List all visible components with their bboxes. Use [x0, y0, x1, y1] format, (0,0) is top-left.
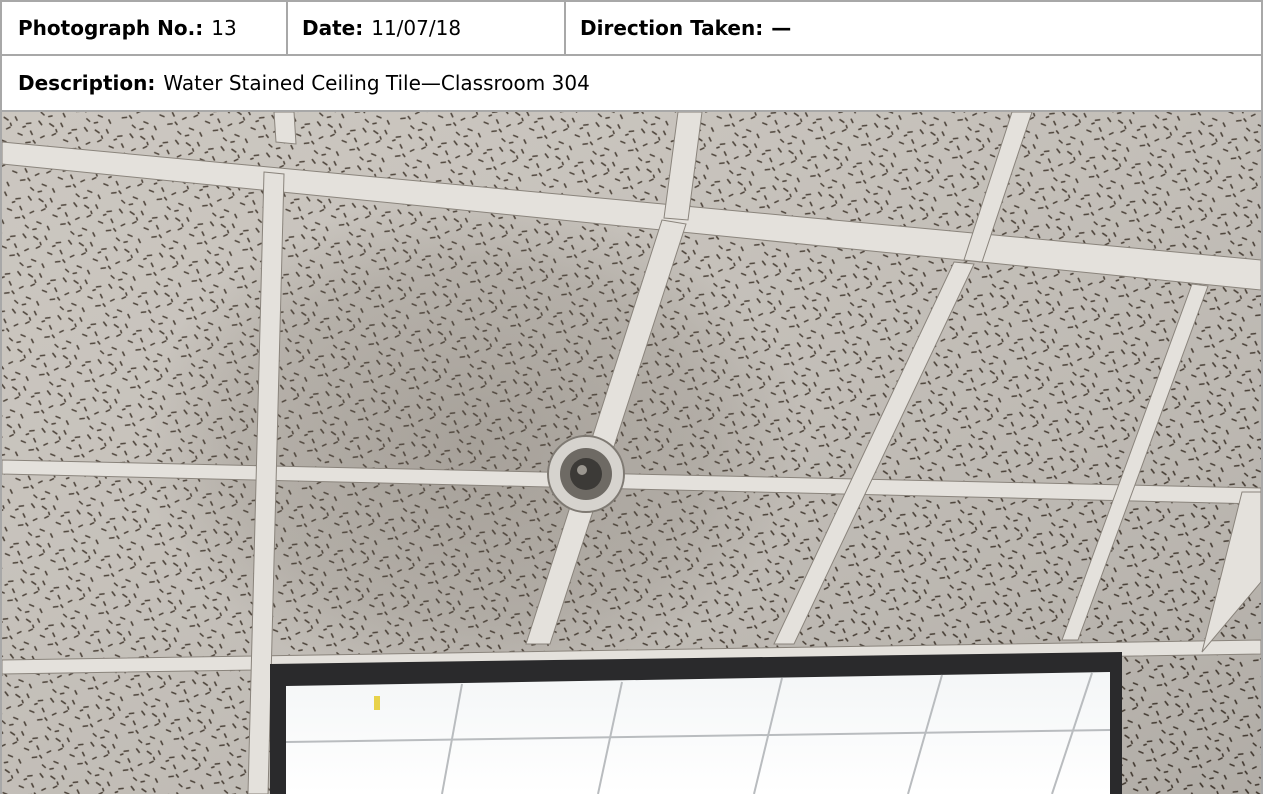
- description-label: Description:: [18, 71, 156, 95]
- photograph-number-cell: Photograph No.: 13: [2, 2, 288, 54]
- photograph-number-label: Photograph No.:: [18, 16, 204, 40]
- description-cell: Description: Water Stained Ceiling Tile—…: [2, 56, 1261, 110]
- photograph-number-value: 13: [211, 16, 237, 40]
- description-row: Description: Water Stained Ceiling Tile—…: [2, 56, 1261, 112]
- ceiling-photo: [2, 112, 1261, 794]
- light-fixture: [270, 652, 1122, 794]
- direction-label: Direction Taken:: [580, 16, 764, 40]
- date-value: 11/07/18: [371, 16, 462, 40]
- photo-log-page: Photograph No.: 13 Date: 11/07/18 Direct…: [0, 0, 1263, 794]
- direction-value: —: [771, 16, 792, 40]
- date-label: Date:: [302, 16, 364, 40]
- description-value: Water Stained Ceiling Tile—Classroom 304: [163, 71, 590, 95]
- photo-info-row: Photograph No.: 13 Date: 11/07/18 Direct…: [2, 0, 1261, 56]
- direction-cell: Direction Taken: —: [566, 2, 1261, 54]
- date-cell: Date: 11/07/18: [288, 2, 566, 54]
